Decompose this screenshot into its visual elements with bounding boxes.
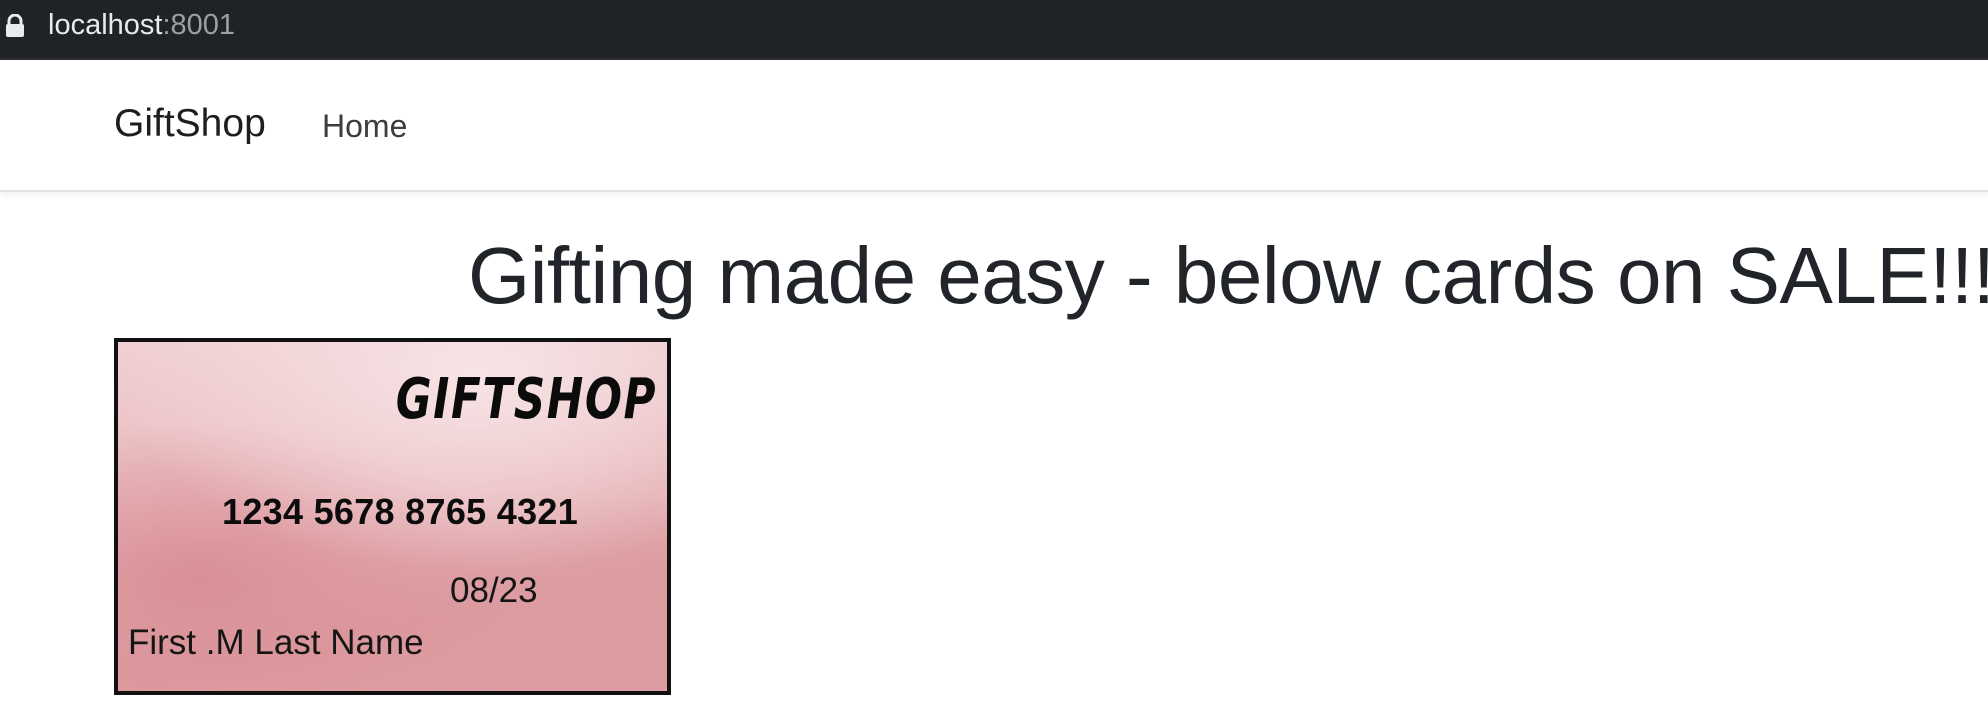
- gift-card[interactable]: GIFTSHOP 1234 5678 8765 4321 08/23 First…: [114, 338, 671, 695]
- card-expiry: 08/23: [450, 571, 538, 610]
- brand-link[interactable]: GiftShop: [114, 100, 266, 148]
- lock-icon: [6, 14, 24, 37]
- url-port: :8001: [162, 9, 236, 41]
- nav-link-home[interactable]: Home: [322, 106, 407, 146]
- url-text[interactable]: localhost:8001: [48, 8, 235, 42]
- navbar: GiftShop Home: [0, 60, 1988, 192]
- card-holder-name: First .M Last Name: [128, 623, 424, 662]
- card-logo: GIFTSHOP: [395, 367, 657, 432]
- card-number: 1234 5678 8765 4321: [222, 491, 579, 532]
- page-title: Gifting made easy - below cards on SALE!…: [468, 231, 1988, 320]
- url-host: localhost: [48, 9, 163, 41]
- browser-toolbar: localhost:8001: [0, 0, 1988, 60]
- address-bar[interactable]: localhost:8001: [0, 0, 1988, 58]
